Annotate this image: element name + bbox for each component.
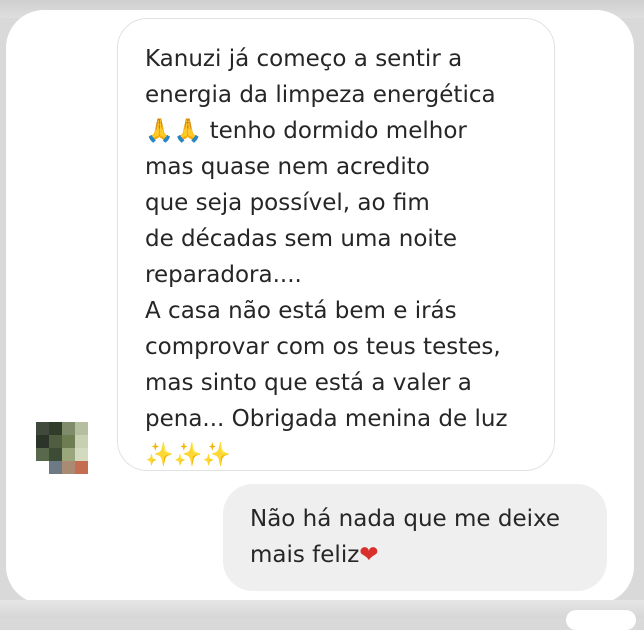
- received-message-line: energia da limpeza energética: [145, 82, 496, 108]
- sent-message-line: mais feliz❤: [250, 537, 597, 573]
- avatar-pixel: [75, 461, 88, 474]
- received-message-line: mas sinto que está a valer a: [145, 370, 472, 396]
- received-message-line: reparadora....: [145, 262, 302, 288]
- sparkles-emoji-icon: ✨✨✨: [145, 442, 231, 468]
- screen-bottom-edge: [0, 600, 644, 618]
- avatar-pixel: [62, 448, 75, 461]
- avatar-pixel: [75, 435, 88, 448]
- received-message-line: pena... Obrigada menina de luz: [145, 406, 508, 432]
- red-heart-emoji-icon: ❤: [359, 542, 379, 568]
- avatar-pixel: [62, 461, 75, 474]
- avatar-pixel: [62, 435, 75, 448]
- received-message-line: Kanuzi já começo a sentir a: [145, 46, 463, 72]
- received-message-bubble[interactable]: Kanuzi já começo a sentir a energia da l…: [117, 18, 555, 471]
- avatar-pixel: [49, 422, 62, 435]
- received-message-line: mas quase nem acredito: [145, 154, 430, 180]
- avatar-pixel: [36, 435, 49, 448]
- avatar-pixel: [36, 448, 49, 461]
- avatar-pixel: [75, 422, 88, 435]
- avatar-pixel: [75, 448, 88, 461]
- avatar-pixel: [49, 435, 62, 448]
- avatar-pixel: [62, 422, 75, 435]
- avatar-pixel: [36, 422, 49, 435]
- received-message-line: comprovar com os teus testes,: [145, 334, 501, 360]
- received-message-line: 🙏🙏 tenho dormido melhor: [145, 113, 544, 149]
- sent-message-bubble[interactable]: Não há nada que me deixe mais feliz❤: [223, 484, 607, 591]
- received-message-text: tenho dormido melhor: [209, 118, 467, 144]
- folded-hands-emoji-icon: 🙏🙏: [145, 118, 203, 144]
- received-message-line: de décadas sem uma noite: [145, 226, 457, 252]
- next-bubble-peek: [566, 610, 636, 630]
- sent-message-line: Não há nada que me deixe: [250, 506, 561, 532]
- received-message-line: A casa não está bem e irás: [145, 298, 457, 324]
- received-message-line: que seja possível, ao fim: [145, 190, 430, 216]
- sender-avatar[interactable]: [36, 422, 88, 474]
- sent-message-text: mais feliz: [250, 542, 360, 568]
- avatar-pixel: [49, 461, 62, 474]
- chat-thread: Kanuzi já começo a sentir a energia da l…: [6, 10, 634, 604]
- avatar-pixel: [49, 448, 62, 461]
- avatar-pixel: [36, 461, 49, 474]
